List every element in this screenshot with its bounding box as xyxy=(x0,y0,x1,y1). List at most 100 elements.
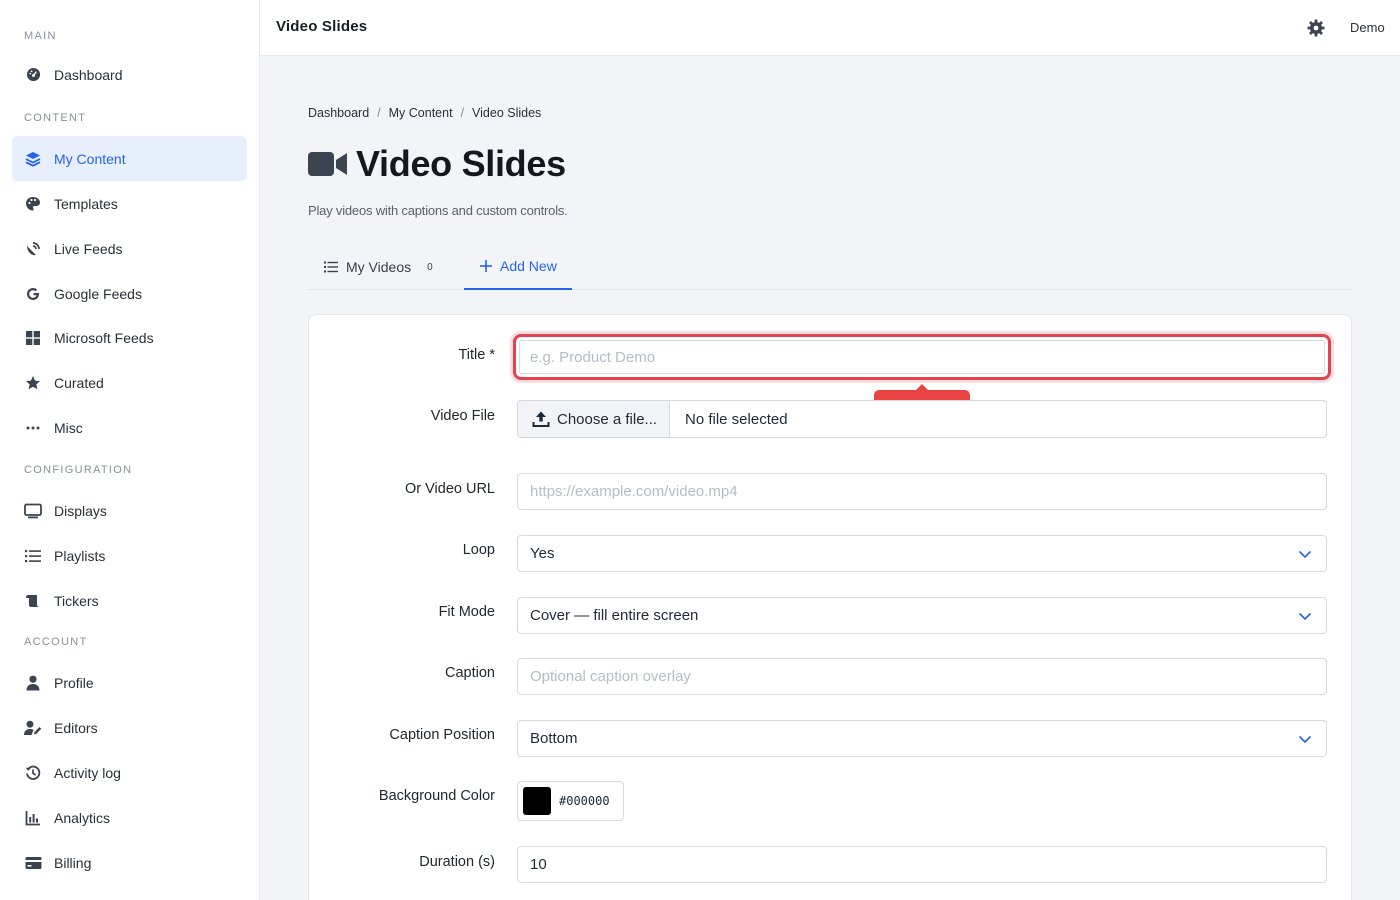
sidebar-item-label: Profile xyxy=(54,674,94,691)
duration-input[interactable]: 10 xyxy=(517,846,1327,883)
sidebar-item-profile[interactable]: Profile xyxy=(12,660,247,705)
page-subtitle: Play videos with captions and custom con… xyxy=(308,203,568,218)
sidebar-item-playlists[interactable]: Playlists xyxy=(12,533,247,578)
choose-file-button[interactable]: Choose a file... xyxy=(518,401,670,437)
tabs: My Videos 0 Add New xyxy=(308,244,1352,290)
layers-icon xyxy=(24,150,42,168)
video-camera-icon xyxy=(308,150,348,178)
breadcrumb-separator: / xyxy=(460,106,465,120)
sidebar-item-google-feeds[interactable]: Google Feeds xyxy=(12,271,247,316)
dashboard-gauge-icon xyxy=(24,66,42,84)
sidebar-item-label: Analytics xyxy=(54,809,111,826)
loop-select[interactable]: Yes xyxy=(517,535,1327,572)
background-color-picker[interactable]: #000000 xyxy=(517,781,624,821)
page-title: Video Slides xyxy=(356,143,566,184)
loop-label: Loop xyxy=(462,542,495,558)
sidebar-item-label: Tickers xyxy=(54,592,99,609)
tab-label: My Videos xyxy=(346,259,412,275)
sidebar-item-activity-log[interactable]: Activity log xyxy=(12,750,247,795)
file-status-text: No file selected xyxy=(685,410,788,428)
sidebar-item-curated[interactable]: Curated xyxy=(12,360,247,405)
loop-selected-value: Yes xyxy=(530,545,555,562)
chevron-down-icon xyxy=(1298,732,1312,746)
breadcrumb-item-dashboard[interactable]: Dashboard xyxy=(308,106,369,120)
video-url-input[interactable]: https://example.com/video.mp4 xyxy=(517,473,1327,510)
video-count-badge: 0 xyxy=(427,261,433,273)
user-edit-icon xyxy=(24,719,42,737)
caption-input[interactable]: Optional caption overlay xyxy=(517,658,1327,695)
sidebar-item-label: Dashboard xyxy=(54,66,123,83)
sidebar-item-label: Editors xyxy=(54,719,98,736)
sidebar-item-billing[interactable]: Billing xyxy=(12,840,247,885)
sidebar-item-label: Templates xyxy=(54,195,118,212)
list-icon xyxy=(24,547,42,565)
title-label: Title * xyxy=(458,347,495,363)
credit-card-icon xyxy=(24,854,42,872)
fit-mode-label: Fit Mode xyxy=(438,604,495,620)
sidebar-item-analytics[interactable]: Analytics xyxy=(12,795,247,840)
fit-mode-select[interactable]: Cover — fill entire screen xyxy=(517,597,1327,634)
monitor-icon xyxy=(24,502,42,520)
sidebar-item-editors[interactable]: Editors xyxy=(12,705,247,750)
sidebar-item-live-feeds[interactable]: Live Feeds xyxy=(12,226,247,271)
sidebar-item-templates[interactable]: Templates xyxy=(12,181,247,226)
sidebar-item-dashboard[interactable]: Dashboard xyxy=(12,52,247,97)
duration-label: Duration (s) xyxy=(419,854,495,870)
section-label-main: MAIN xyxy=(24,30,57,42)
google-icon xyxy=(24,285,42,303)
history-icon xyxy=(24,764,42,782)
sidebar-item-misc[interactable]: Misc xyxy=(12,405,247,450)
list-icon xyxy=(324,261,338,273)
caption-position-selected-value: Bottom xyxy=(530,730,578,747)
sidebar-item-microsoft-feeds[interactable]: Microsoft Feeds xyxy=(12,315,247,360)
color-hex-value: #000000 xyxy=(559,794,610,808)
microsoft-icon xyxy=(24,329,42,347)
caption-label: Caption xyxy=(445,665,495,681)
video-file-label: Video File xyxy=(430,408,495,424)
plus-icon xyxy=(480,260,492,272)
video-file-input: Choose a file... No file selected xyxy=(517,400,1327,438)
upload-icon xyxy=(532,410,550,428)
top-bar: Video Slides Demo xyxy=(260,0,1400,56)
breadcrumb-separator: / xyxy=(377,106,381,120)
title-input-error-frame: e.g. Product Demo xyxy=(513,334,1331,380)
sidebar-item-tickers[interactable]: Tickers xyxy=(12,578,247,623)
color-swatch[interactable] xyxy=(523,787,551,815)
sidebar-item-label: My Content xyxy=(54,150,126,167)
scroll-icon xyxy=(24,592,42,610)
caption-position-select[interactable]: Bottom xyxy=(517,720,1327,757)
sidebar-item-label: Playlists xyxy=(54,547,106,564)
breadcrumb-item-current: Video Slides xyxy=(472,106,542,120)
sidebar-item-label: Live Feeds xyxy=(54,240,123,257)
sidebar-item-my-content[interactable]: My Content xyxy=(12,136,247,181)
section-label-account: ACCOUNT xyxy=(24,636,88,648)
app-title: Video Slides xyxy=(276,18,368,35)
sidebar-item-label: Curated xyxy=(54,374,104,391)
sidebar-item-label: Misc xyxy=(54,419,83,436)
chevron-down-icon xyxy=(1298,547,1312,561)
section-label-configuration: CONFIGURATION xyxy=(24,464,133,476)
sidebar-item-label: Microsoft Feeds xyxy=(54,329,154,346)
choose-file-label: Choose a file... xyxy=(557,410,658,428)
sidebar-item-displays[interactable]: Displays xyxy=(12,488,247,533)
ellipsis-icon xyxy=(24,419,42,437)
caption-position-label: Caption Position xyxy=(389,727,495,743)
sidebar-item-label: Billing xyxy=(54,854,92,871)
tab-my-videos[interactable]: My Videos 0 xyxy=(308,244,448,290)
title-input[interactable]: e.g. Product Demo xyxy=(519,340,1325,374)
user-icon xyxy=(24,674,42,692)
user-menu[interactable]: Demo xyxy=(1350,20,1385,35)
sidebar-item-label: Displays xyxy=(54,502,107,519)
gear-icon[interactable] xyxy=(1306,18,1326,38)
palette-icon xyxy=(24,195,42,213)
sidebar: MAIN Dashboard CONTENT My Content Templa… xyxy=(0,0,260,900)
page-header: Video Slides xyxy=(308,143,566,185)
tab-add-new[interactable]: Add New xyxy=(464,244,572,290)
background-color-label: Background Color xyxy=(378,788,495,804)
chart-bar-icon xyxy=(24,809,42,827)
breadcrumb-item-my-content[interactable]: My Content xyxy=(389,106,453,120)
star-icon xyxy=(24,374,42,392)
satellite-dish-icon xyxy=(24,240,42,258)
tab-label: Add New xyxy=(500,258,557,274)
sidebar-item-label: Google Feeds xyxy=(54,285,142,302)
